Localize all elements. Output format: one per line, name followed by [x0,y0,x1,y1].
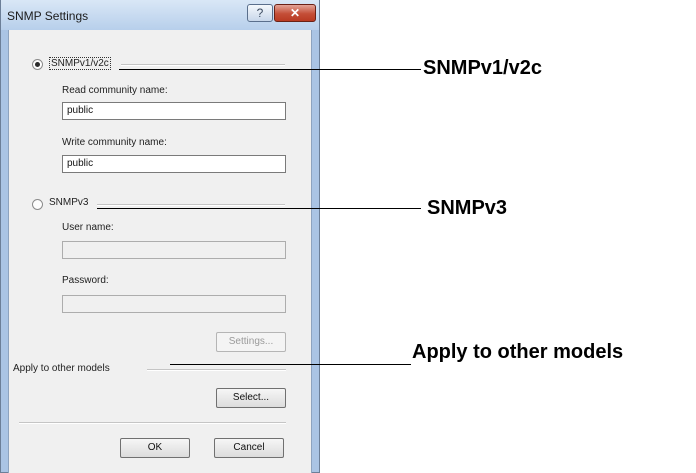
snmpv3-label[interactable]: SNMPv3 [49,197,88,208]
snmpv1-v2c-radio[interactable] [32,59,43,70]
callout-apply-to-other-models: Apply to other models [412,341,624,363]
footer-separator [19,422,286,424]
snmp-settings-dialog: SNMP Settings ? ✕ SNMPv1/v2c Read commun… [0,0,320,473]
apply-to-other-models-label: Apply to other models [13,363,110,374]
user-name-label: User name: [62,222,114,233]
snmpv1-v2c-group-rule [121,64,285,66]
snmpv1-v2c-label[interactable]: SNMPv1/v2c [49,57,111,70]
callout-line-apply [170,364,411,365]
ok-button[interactable]: OK [120,438,190,458]
title-bar[interactable]: SNMP Settings ? ✕ [1,0,319,30]
callout-line-snmpv3 [97,208,421,209]
write-community-input[interactable]: public [62,155,286,173]
close-button[interactable]: ✕ [274,4,316,22]
read-community-label: Read community name: [62,85,168,96]
settings-button[interactable]: Settings... [216,332,286,352]
user-name-input[interactable] [62,241,286,259]
close-icon: ✕ [289,6,301,20]
snmpv3-group-rule [97,204,285,206]
password-input[interactable] [62,295,286,313]
cancel-button[interactable]: Cancel [214,438,284,458]
callout-snmpv1-v2c: SNMPv1/v2c [423,57,542,79]
dialog-client-area: SNMPv1/v2c Read community name: public W… [8,30,312,473]
select-button[interactable]: Select... [216,388,286,408]
apply-group-rule [147,369,286,371]
help-icon: ? [256,6,264,20]
callout-snmpv3: SNMPv3 [427,197,508,219]
password-label: Password: [62,275,109,286]
callout-line-snmpv1-v2c [119,69,421,70]
read-community-input[interactable]: public [62,102,286,120]
snmpv3-radio[interactable] [32,199,43,210]
help-button[interactable]: ? [247,4,273,22]
dialog-title: SNMP Settings [7,9,89,23]
write-community-label: Write community name: [62,137,167,148]
